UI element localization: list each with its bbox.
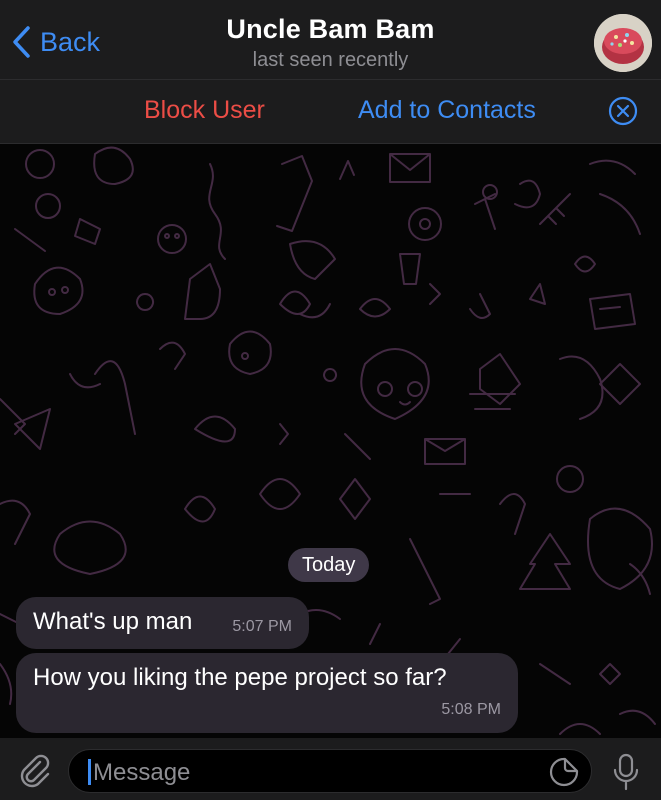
message-time: 5:07 PM	[232, 618, 292, 635]
block-user-button[interactable]: Block User	[144, 96, 265, 125]
message-bubble-incoming[interactable]: What's up man 5:07 PM	[16, 597, 309, 649]
message-text: How you liking the pepe project so far?	[33, 664, 447, 691]
message-text: What's up man	[33, 608, 193, 635]
close-circle-icon[interactable]	[607, 95, 639, 127]
date-separator: Today	[288, 548, 370, 582]
sticker-icon[interactable]	[548, 756, 580, 788]
message-input[interactable]: Message	[68, 749, 592, 793]
message-time: 5:08 PM	[441, 701, 501, 718]
paperclip-icon[interactable]	[16, 752, 52, 788]
text-cursor	[88, 759, 91, 785]
avatar-image	[594, 14, 652, 72]
add-to-contacts-button[interactable]: Add to Contacts	[358, 96, 536, 125]
contact-info[interactable]: Uncle Bam Bam last seen recently	[0, 14, 661, 72]
contact-name: Uncle Bam Bam	[226, 14, 435, 44]
message-placeholder: Message	[93, 759, 191, 786]
microphone-icon[interactable]	[610, 752, 642, 792]
unknown-contact-bar: Block User Add to Contacts	[0, 80, 661, 144]
chat-header: Back Uncle Bam Bam last seen recently	[0, 0, 661, 80]
chat-area[interactable]: Today What's up man 5:07 PM How you liki…	[0, 144, 661, 738]
avatar[interactable]	[594, 14, 652, 72]
message-bubble-incoming[interactable]: How you liking the pepe project so far? …	[16, 653, 518, 733]
last-seen-status: last seen recently	[252, 49, 409, 71]
